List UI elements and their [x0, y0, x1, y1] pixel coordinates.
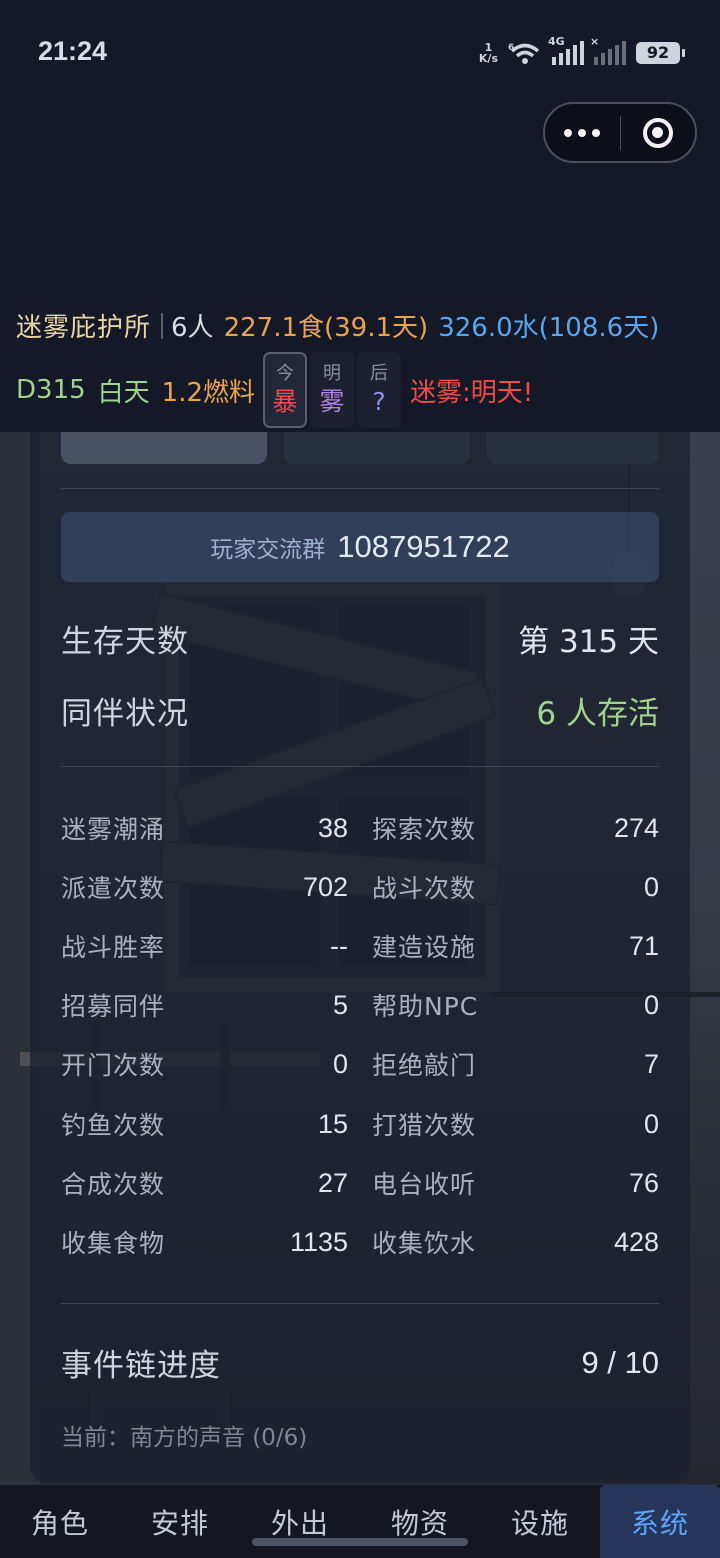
stat-dispatch-count: 派遣次数 702 [61, 871, 348, 904]
food-stock: 227.1食(39.1天) [223, 313, 429, 343]
stat-buildings: 建造设施 71 [372, 930, 659, 963]
day-weather-bar: D315 白天 1.2燃料 今 暴 明 雾 后 ? 迷雾:明天! [16, 350, 533, 430]
signal-icon: 4G [548, 35, 584, 65]
close-target-icon[interactable] [621, 104, 696, 161]
nav-supplies[interactable]: 物资 [360, 1485, 480, 1558]
forecast-tomorrow[interactable]: 明 雾 [310, 352, 355, 428]
more-dots-icon[interactable] [545, 104, 620, 161]
nav-schedule[interactable]: 安排 [120, 1485, 240, 1558]
companions-value: 6 人存活 [536, 696, 659, 732]
event-chain-row: 事件链进度 9 / 10 [61, 1344, 659, 1385]
forecast-day-after[interactable]: 后 ? [357, 352, 402, 428]
stat-explore-count: 探索次数 274 [372, 812, 659, 845]
signal-no-sim-icon: × [590, 35, 626, 65]
player-group-box[interactable]: 玩家交流群 1087951722 [61, 512, 659, 582]
day-counter: D315 [16, 375, 86, 405]
people-count: 6人 [171, 313, 214, 343]
water-stock: 326.0水(108.6天) [438, 313, 660, 343]
battery-icon: 92 [636, 42, 685, 64]
day-phase: 白天 [97, 377, 150, 408]
stat-fog-surge: 迷雾潮涌 38 [61, 812, 348, 845]
wifi-icon: 6 [508, 43, 540, 64]
fuel-stock: 1.2燃料 [161, 377, 256, 408]
bottom-nav: 角色 安排 外出 物资 设施 系统 [0, 1484, 720, 1558]
home-indicator[interactable] [252, 1538, 468, 1546]
stat-recruits: 招募同伴 5 [61, 989, 348, 1022]
panel-tabs [30, 432, 690, 466]
tab-leaderboard[interactable] [487, 432, 659, 464]
divider [161, 312, 164, 339]
divider [61, 488, 659, 489]
status-icons: 1 K/s 6 4G × 92 [478, 35, 685, 68]
clock: 21:24 [38, 36, 108, 66]
stat-food-collected: 收集食物 1135 [61, 1226, 348, 1259]
stat-help-npc: 帮助NPC 0 [372, 989, 659, 1022]
nav-facilities[interactable]: 设施 [480, 1485, 600, 1558]
nav-system[interactable]: 系统 [600, 1485, 720, 1558]
player-group-label: 玩家交流群 [210, 537, 326, 563]
stat-hunting: 打猎次数 0 [372, 1108, 659, 1141]
stat-win-rate: 战斗胜率 -- [61, 930, 348, 963]
stat-door-opens: 开门次数 0 [61, 1048, 348, 1081]
event-chain-progress: 9 / 10 [581, 1344, 659, 1380]
tab-achievements[interactable] [284, 432, 470, 464]
player-group-number[interactable]: 1087951722 [337, 529, 509, 565]
stat-battle-count: 战斗次数 0 [372, 871, 659, 904]
net-speed: 1 K/s [478, 41, 498, 65]
tab-survival-stats[interactable] [61, 432, 267, 464]
stat-water-collected: 收集饮水 428 [372, 1226, 659, 1259]
resource-bar: 迷雾庇护所 6人 227.1食(39.1天) 326.0水(108.6天) [16, 307, 659, 344]
shelter-name: 迷雾庇护所 [16, 313, 152, 343]
fog-alert: 迷雾:明天! [410, 377, 534, 408]
nav-outing[interactable]: 外出 [240, 1485, 360, 1558]
stat-fishing: 钓鱼次数 15 [61, 1108, 348, 1141]
stat-knock-refusals: 拒绝敲门 7 [372, 1048, 659, 1081]
divider [61, 1303, 659, 1304]
companions-row: 同伴状况 6 人存活 [61, 688, 659, 733]
forecast-today[interactable]: 今 暴 [263, 352, 308, 428]
miniprogram-capsule [543, 102, 697, 163]
stat-radio: 电台收听 76 [372, 1167, 659, 1200]
divider [61, 766, 659, 767]
svg-text:6: 6 [508, 43, 514, 53]
status-bar: 21:24 1 K/s 6 4G × 92 [0, 0, 720, 104]
current-event: 当前：南方的声音 (0/6) [61, 1425, 308, 1451]
nav-character[interactable]: 角色 [0, 1485, 120, 1558]
stat-crafting: 合成次数 27 [61, 1167, 348, 1200]
survival-days-row: 生存天数 第 315 天 [61, 616, 659, 661]
survival-days-value: 第 315 天 [518, 624, 659, 660]
